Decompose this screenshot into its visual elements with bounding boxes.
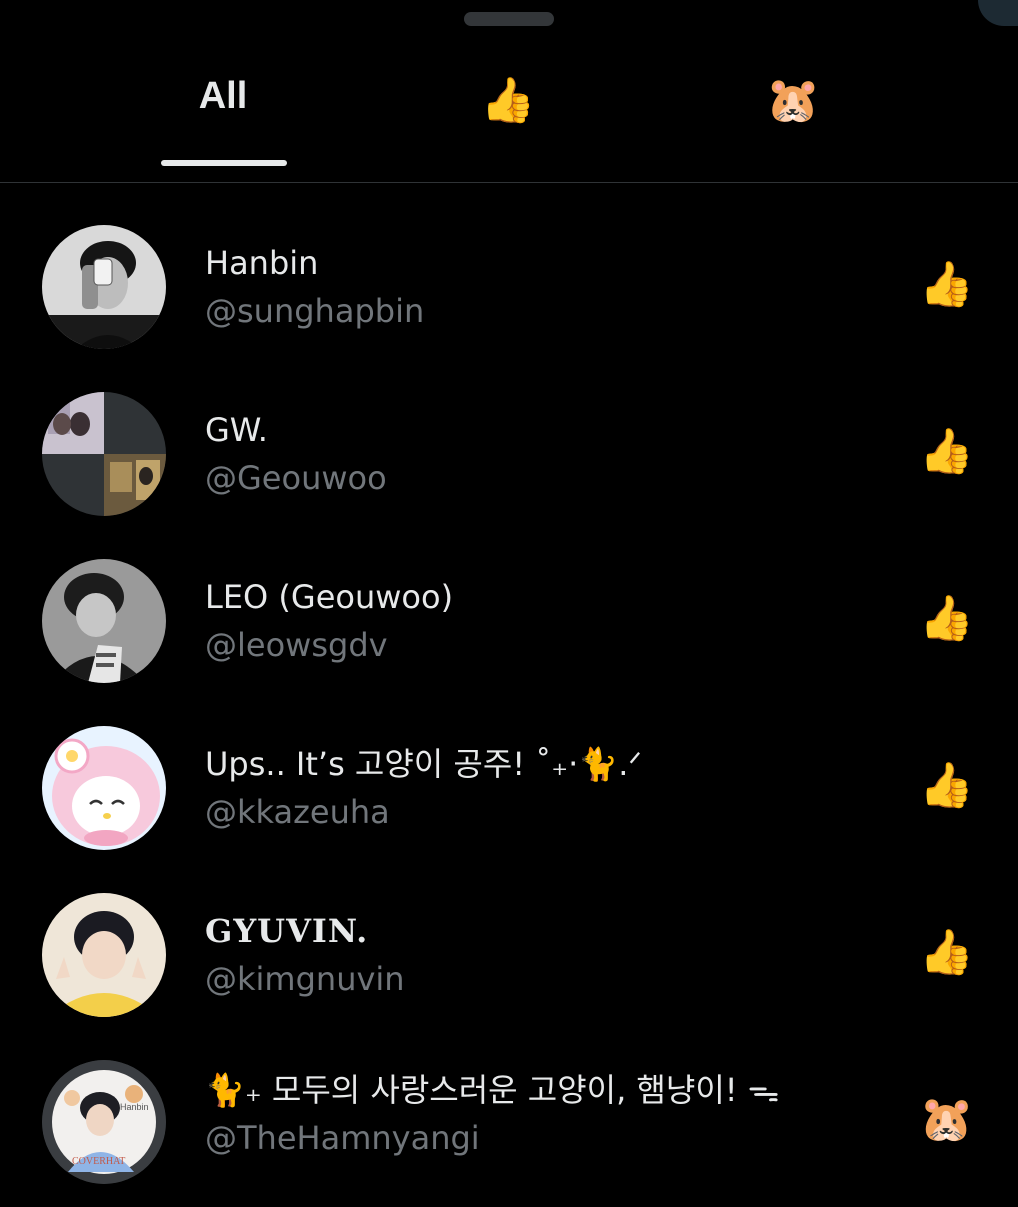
user-names: GYUVIN. @kimgnuvin <box>205 909 885 1005</box>
avatar-overlay-name: Hanbin <box>120 1102 149 1112</box>
hamster-icon: 🐹 <box>919 1094 974 1145</box>
display-name: Ups.. It’s 고양이 공주! ˚₊‧🐈.ᐟ <box>205 745 642 783</box>
avatar[interactable] <box>42 559 166 683</box>
display-name: GW. <box>205 411 268 449</box>
list-item[interactable]: Hanbin COVERHAT 🐈₊ 모두의 사랑스러운 고양이, 햄냥이! ᯓ… <box>0 1040 1018 1207</box>
reaction-list: Hanbin @sunghapbin 👍 GW. @Geouwoo 👍 LEO … <box>0 205 1018 1207</box>
thumbs-up-icon: 👍 <box>919 593 974 644</box>
user-handle: @sunghapbin <box>205 292 425 330</box>
thumbs-up-icon: 👍 <box>919 426 974 477</box>
avatar-overlay-cover: COVERHAT <box>72 1156 125 1167</box>
list-item[interactable]: LEO (Geouwoo) @leowsgdv 👍 <box>0 539 1018 706</box>
list-item[interactable]: GYUVIN. @kimgnuvin 👍 <box>0 873 1018 1040</box>
user-names: 🐈₊ 모두의 사랑스러운 고양이, 햄냥이! ᯓ @TheHamnyangi <box>205 1068 885 1164</box>
hamster-icon: 🐹 <box>765 75 821 126</box>
user-names: LEO (Geouwoo) @leowsgdv <box>205 575 885 671</box>
avatar[interactable] <box>42 225 166 349</box>
reactions-sheet: All 👍 🐹 Hanbin @sunghapbin 👍 GW. @Geouwo… <box>0 0 1018 1200</box>
display-name: Hanbin <box>205 244 319 282</box>
display-name: GYUVIN. <box>205 912 369 950</box>
active-tab-indicator <box>161 160 287 166</box>
reaction-tabs: All 👍 🐹 <box>0 30 1018 182</box>
user-names: GW. @Geouwoo <box>205 408 885 504</box>
sheet-drag-handle[interactable] <box>464 12 554 26</box>
user-handle: @leowsgdv <box>205 626 388 664</box>
avatar[interactable]: Hanbin COVERHAT <box>42 1060 166 1184</box>
avatar[interactable] <box>42 392 166 516</box>
user-names: Ups.. It’s 고양이 공주! ˚₊‧🐈.ᐟ @kkazeuha <box>205 742 885 838</box>
avatar[interactable] <box>42 893 166 1017</box>
divider <box>0 182 1018 183</box>
list-item[interactable]: GW. @Geouwoo 👍 <box>0 372 1018 539</box>
thumbs-up-icon: 👍 <box>919 927 974 978</box>
user-names: Hanbin @sunghapbin <box>205 241 885 337</box>
tab-thumbs-up[interactable]: 👍 <box>425 30 591 182</box>
thumbs-up-icon: 👍 <box>919 760 974 811</box>
tab-all-label: All <box>198 74 248 117</box>
display-name: LEO (Geouwoo) <box>205 578 454 616</box>
avatar[interactable] <box>42 726 166 850</box>
thumbs-up-icon: 👍 <box>919 259 974 310</box>
list-item[interactable]: Hanbin @sunghapbin 👍 <box>0 205 1018 372</box>
user-handle: @kimgnuvin <box>205 960 405 998</box>
list-item[interactable]: Ups.. It’s 고양이 공주! ˚₊‧🐈.ᐟ @kkazeuha 👍 <box>0 706 1018 873</box>
display-name: 🐈₊ 모두의 사랑스러운 고양이, 햄냥이! ᯓ <box>205 1071 780 1109</box>
user-handle: @Geouwoo <box>205 459 387 497</box>
background-edge <box>978 0 1018 26</box>
user-handle: @TheHamnyangi <box>205 1119 480 1157</box>
thumbs-up-icon: 👍 <box>480 75 536 126</box>
user-handle: @kkazeuha <box>205 793 390 831</box>
tab-hamster[interactable]: 🐹 <box>710 30 876 182</box>
